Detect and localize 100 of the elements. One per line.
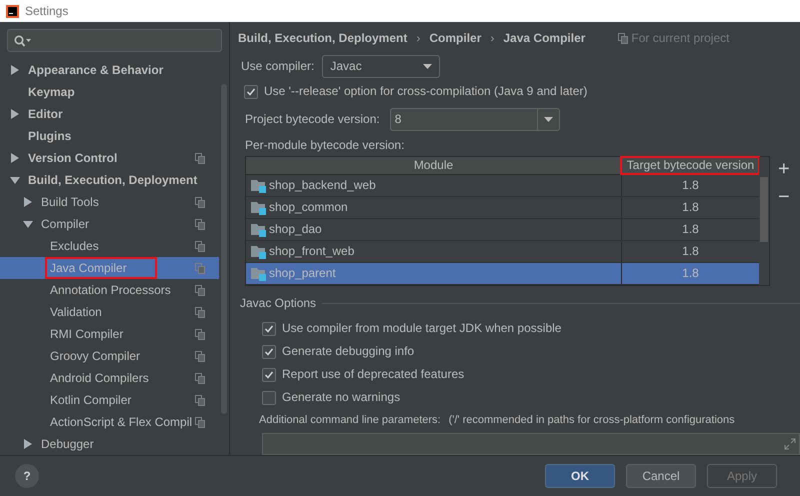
tree-item-label: Annotation Processors [49,282,172,299]
option-label: Use compiler from module target JDK when possible [282,321,562,336]
tree-item[interactable]: Keymap [0,81,219,103]
tree-item-label: Appearance & Behavior [27,62,164,79]
check-icon [246,86,256,96]
project-bytecode-label: Project bytecode version: [245,112,380,127]
column-header[interactable]: Module [246,157,621,174]
tree-item-label: Debugger [40,436,95,453]
tree-item-label: Build Tools [40,194,100,211]
tree-item-label: Compiler [40,216,90,233]
app-logo-icon [6,4,19,18]
tree-item[interactable]: Kotlin Compiler [0,389,219,411]
remove-button[interactable]: − [778,187,790,207]
tree-item[interactable]: Build, Execution, Deployment [0,169,219,191]
breadcrumb-separator: › [490,30,494,46]
expanded-arrow-icon[interactable] [23,219,33,229]
module-name: shop_front_web [269,244,354,259]
params-hint: ('/' recommended in paths for cross-platform configurations [448,413,735,428]
search-field[interactable] [7,29,222,52]
tree-item[interactable]: Validation [0,301,219,323]
module-folder-icon [251,200,267,214]
module-name: shop_parent [269,266,336,281]
expanded-arrow-icon[interactable] [10,175,20,185]
module-folder-icon [251,178,267,192]
compiler-dropdown[interactable]: Javac [322,55,440,78]
section-title: Javac Options [240,296,316,311]
table-row[interactable]: shop_dao 1.8 [246,219,759,241]
check-icon [264,370,274,380]
tree-item-label: Keymap [27,84,76,101]
tree-item[interactable]: Version Control [0,147,219,169]
tree-item-label: Editor [27,106,64,123]
help-button[interactable]: ? [15,464,39,488]
tree-item-label: Excludes [49,238,100,255]
window-title: Settings [25,4,68,18]
module-folder-icon [251,266,267,280]
breadcrumb-item[interactable]: Java Compiler [503,30,586,46]
checkbox[interactable] [262,390,276,404]
module-folder-icon [251,244,267,258]
tree-item-label: ActionScript & Flex Compil [49,414,194,431]
tree-item-label: Plugins [27,128,72,145]
column-header[interactable]: Target bytecode version [621,157,759,174]
tree-item[interactable]: Build Tools [0,191,219,213]
tree-item[interactable]: Plugins [0,125,219,147]
option-label: Generate debugging info [282,344,414,359]
module-folder-icon [251,222,267,236]
breadcrumb-item[interactable]: Build, Execution, Deployment [238,30,408,46]
use-compiler-label: Use compiler: [241,59,314,74]
checkbox[interactable] [244,84,258,98]
option-label: Report use of deprecated features [282,367,464,382]
release-option-label: Use '--release' option for cross-compilation (Java 9 and later) [264,84,588,99]
tree-item[interactable]: Annotation Processors [0,279,219,301]
tree-item[interactable]: Android Compilers [0,367,219,389]
dropdown-arrow-icon [423,64,432,69]
tree-item-label: Validation [49,304,103,321]
breadcrumb-item[interactable]: Compiler [429,30,482,46]
collapsed-arrow-icon[interactable] [10,109,20,119]
table-row[interactable]: shop_common 1.8 [246,197,759,219]
tree-item[interactable]: RMI Compiler [0,323,219,345]
collapsed-arrow-icon[interactable] [23,197,33,207]
collapsed-arrow-icon[interactable] [23,439,33,449]
tree-item-label: Build, Execution, Deployment [27,172,198,189]
checkbox[interactable] [262,344,276,358]
tree-item[interactable]: Debugger [0,433,219,455]
tree-item[interactable]: Editor [0,103,219,125]
dialog-button[interactable]: Cancel [626,464,696,488]
add-button[interactable]: + [778,159,790,179]
option-label: Generate no warnings [282,390,400,405]
params-label: Additional command line parameters: [259,413,441,428]
tree-item[interactable]: Excludes [0,235,219,257]
bytecode-combo[interactable]: 8 [390,108,560,131]
checkbox[interactable] [262,368,276,382]
tree-item[interactable]: ActionScript & Flex Compil [0,411,219,433]
scope-label: For current project [631,30,730,46]
breadcrumb-separator: › [416,30,420,46]
params-field[interactable] [262,433,800,455]
search-icon [14,34,32,46]
dialog-button[interactable]: OK [545,464,615,488]
checkbox[interactable] [262,322,276,336]
tree-item-label: Java Compiler [47,259,155,277]
check-icon [264,324,274,334]
tree-item[interactable]: Compiler [0,213,219,235]
module-name: shop_common [269,200,348,215]
table-row[interactable]: shop_backend_web 1.8 [246,175,759,197]
module-name: shop_dao [269,222,322,237]
scrollbar[interactable] [760,177,768,242]
tree-item[interactable]: Appearance & Behavior [0,59,219,81]
check-icon [264,346,274,356]
tree-item-label: Groovy Compiler [49,348,142,365]
tree-item-label: RMI Compiler [49,326,124,343]
collapsed-arrow-icon[interactable] [10,65,20,75]
module-name: shop_backend_web [269,178,376,193]
tree-item-label: Version Control [27,150,118,167]
copy-icon [618,32,628,44]
tree-item-label: Android Compilers [49,370,150,387]
dropdown-arrow-icon [544,117,553,122]
tree-item-label: Kotlin Compiler [49,392,132,409]
expand-icon[interactable] [784,438,796,450]
tree-item[interactable]: Groovy Compiler [0,345,219,367]
collapsed-arrow-icon[interactable] [10,153,20,163]
per-module-label: Per-module bytecode version: [244,138,406,153]
